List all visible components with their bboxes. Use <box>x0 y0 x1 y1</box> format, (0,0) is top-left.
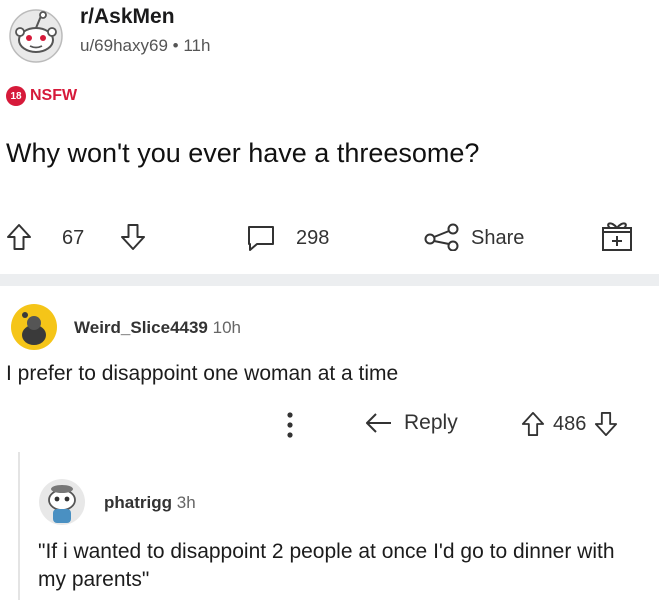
share-icon[interactable] <box>424 223 460 251</box>
comment-age: 3h <box>176 493 196 512</box>
comment-username[interactable]: Weird_Slice4439 <box>74 318 208 337</box>
comment-count[interactable]: 298 <box>296 227 329 250</box>
comment-body: I prefer to disappoint one woman at a ti… <box>6 362 399 385</box>
comment-username[interactable]: phatrigg <box>104 493 172 512</box>
post-title: Why won't you ever have a threesome? <box>6 138 480 168</box>
snoo-avatar-icon <box>39 479 85 525</box>
post-vote-count: 67 <box>62 227 85 249</box>
downvote-arrow-icon[interactable] <box>120 223 146 251</box>
award-gift-icon[interactable] <box>599 218 635 254</box>
comment-header: phatrigg 3h <box>104 493 196 513</box>
subreddit-avatar[interactable] <box>6 4 66 64</box>
nsfw-label: NSFW <box>30 87 78 104</box>
nsfw-18-icon: 18 <box>6 86 26 106</box>
upvote-arrow-icon[interactable] <box>6 223 32 251</box>
comment-header: Weird_Slice4439 10h <box>74 318 241 338</box>
downvote-arrow-icon[interactable] <box>594 411 618 437</box>
nsfw-tag: 18 NSFW <box>6 86 77 106</box>
reply-button[interactable]: Reply <box>364 411 458 435</box>
commenter-avatar[interactable] <box>38 478 86 526</box>
comment-bubble-icon[interactable] <box>245 224 277 252</box>
reply-arrow-icon <box>364 411 394 435</box>
reply-label: Reply <box>404 411 458 434</box>
subreddit-name[interactable]: r/AskMen <box>80 5 175 29</box>
comment-vote-controls: 486 <box>521 411 618 437</box>
comment-score: 486 <box>553 412 587 435</box>
commenter-avatar[interactable] <box>10 303 58 351</box>
post-meta: u/69haxy69 • 11h <box>80 36 210 56</box>
upvote-arrow-icon[interactable] <box>521 411 545 437</box>
meta-separator: • <box>172 36 179 55</box>
more-kebab-icon[interactable] <box>286 411 294 444</box>
thread-line[interactable] <box>18 452 20 600</box>
snoo-avatar-icon <box>9 9 63 63</box>
post-age: 11h <box>183 36 211 55</box>
section-divider <box>0 274 659 286</box>
post-author[interactable]: u/69haxy69 <box>80 36 168 55</box>
comment-age: 10h <box>212 318 241 337</box>
share-label[interactable]: Share <box>471 227 524 250</box>
snoo-avatar-icon <box>11 304 57 350</box>
comment-body: "If i wanted to disappoint 2 people at o… <box>38 540 615 591</box>
